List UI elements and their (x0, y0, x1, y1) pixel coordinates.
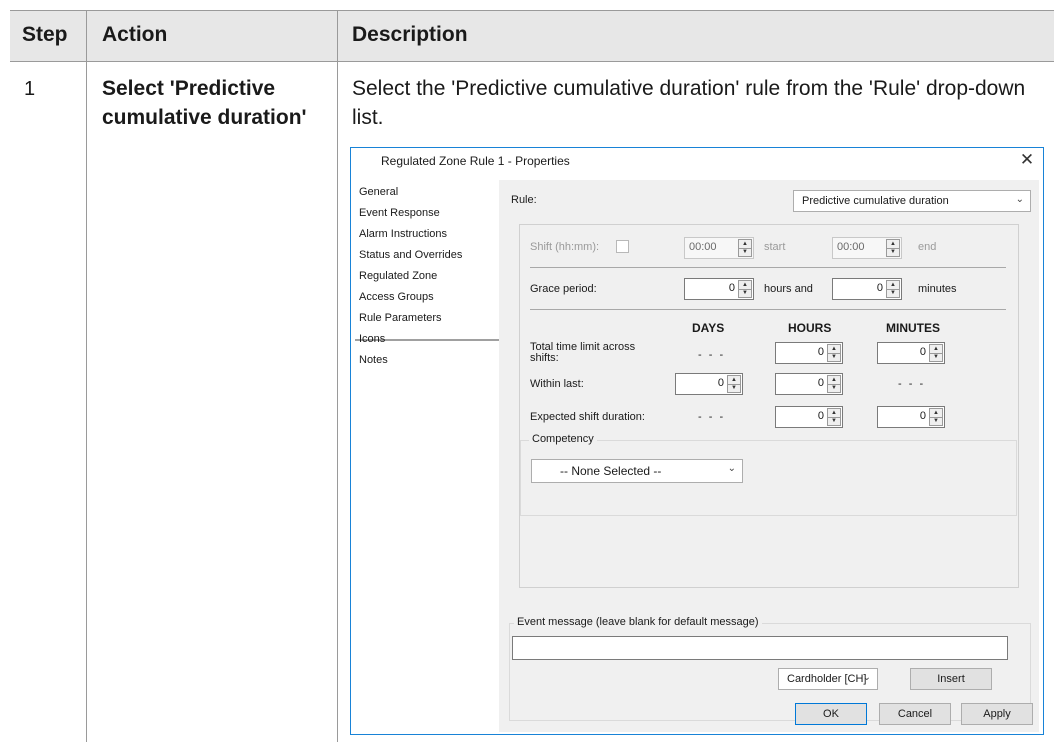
spinner-buttons[interactable]: ▲ ▼ (827, 344, 841, 362)
spinner-buttons[interactable]: ▲ ▼ (827, 375, 841, 393)
description-text: Select the 'Predictive cumulative durati… (352, 77, 1026, 129)
dialog-title: Regulated Zone Rule 1 - Properties (381, 154, 570, 168)
rule-dropdown[interactable]: Predictive cumulative duration ⌄ (793, 190, 1031, 212)
within-last-label: Within last: (530, 378, 584, 390)
total-limit-minutes-spinner[interactable]: 0 ▲ ▼ (877, 342, 945, 364)
expected-shift-label: Expected shift duration: (530, 411, 645, 423)
ok-button[interactable]: OK (795, 703, 867, 725)
nav-item-event-response[interactable]: Event Response (359, 207, 440, 219)
separator (530, 267, 1006, 268)
nav-item-access-groups[interactable]: Access Groups (359, 291, 434, 303)
within-last-hours-value: 0 (817, 377, 824, 389)
shift-start-spinner[interactable]: 00:00 ▲ ▼ (684, 237, 754, 259)
within-last-days-value: 0 (717, 377, 724, 389)
grace-minutes-value: 0 (876, 282, 883, 294)
competency-group: Competency -- None Selected -- ⌄ (520, 433, 1017, 516)
cardholder-dropdown[interactable]: Cardholder [CH] ⌄ (778, 668, 878, 690)
spinner-buttons[interactable]: ▲ ▼ (886, 239, 900, 257)
header-description: Description (352, 23, 468, 46)
chevron-down-icon: ⌄ (1015, 194, 1024, 205)
event-message-title: Event message (leave blank for default m… (514, 616, 762, 628)
shift-end-spinner[interactable]: 00:00 ▲ ▼ (832, 237, 902, 259)
header-step: Step (22, 23, 68, 46)
within-last-days-spinner[interactable]: 0 ▲ ▼ (675, 373, 743, 395)
competency-title: Competency (529, 433, 597, 445)
rule-dropdown-value: Predictive cumulative duration (802, 195, 949, 207)
competency-dropdown-value: -- None Selected -- (560, 464, 662, 478)
total-limit-hours-spinner[interactable]: 0 ▲ ▼ (775, 342, 843, 364)
expected-shift-hours-value: 0 (817, 410, 824, 422)
spinner-buttons[interactable]: ▲ ▼ (727, 375, 741, 393)
apply-button[interactable]: Apply (961, 703, 1033, 725)
nav-item-rule-parameters[interactable]: Rule Parameters (359, 312, 442, 324)
total-limit-label: Total time limit across shifts: (530, 341, 636, 364)
spinner-buttons[interactable]: ▲ ▼ (886, 280, 900, 298)
shift-end-value: 00:00 (837, 241, 865, 253)
nav-item-notes[interactable]: Notes (359, 354, 388, 366)
total-limit-days: - - - (698, 349, 726, 361)
properties-dialog: Regulated Zone Rule 1 - Properties ✕ Gen… (350, 147, 1044, 735)
close-icon[interactable]: ✕ (1017, 150, 1037, 170)
cancel-button[interactable]: Cancel (879, 703, 951, 725)
step-number: 1 (24, 78, 36, 100)
grace-period-label: Grace period: (530, 283, 597, 295)
total-limit-minutes-value: 0 (919, 346, 926, 358)
shift-start-label: start (764, 241, 786, 253)
nav-item-general[interactable]: General (359, 186, 398, 198)
total-limit-hours-value: 0 (817, 346, 824, 358)
column-days: DAYS (692, 321, 725, 335)
expected-shift-minutes-spinner[interactable]: 0 ▲ ▼ (877, 406, 945, 428)
spinner-buttons[interactable]: ▲ ▼ (929, 408, 943, 426)
spinner-buttons[interactable]: ▲ ▼ (738, 239, 752, 257)
nav-item-alarm-instructions[interactable]: Alarm Instructions (359, 228, 447, 240)
within-last-hours-spinner[interactable]: 0 ▲ ▼ (775, 373, 843, 395)
spinner-buttons[interactable]: ▲ ▼ (827, 408, 841, 426)
column-hours: HOURS (788, 321, 832, 335)
grace-hours-label: hours and (764, 283, 813, 295)
event-message-group: Event message (leave blank for default m… (509, 616, 1031, 721)
rule-label: Rule: (511, 194, 537, 206)
column-divider (86, 10, 87, 742)
shift-end-label: end (918, 241, 937, 253)
column-minutes: MINUTES (886, 321, 940, 335)
grace-minutes-label: minutes (918, 283, 957, 295)
expected-shift-days: - - - (698, 411, 726, 423)
action-text: Select 'Predictive cumulative duration' (102, 77, 307, 129)
separator (530, 309, 1006, 310)
expected-shift-hours-spinner[interactable]: 0 ▲ ▼ (775, 406, 843, 428)
spinner-buttons[interactable]: ▲ ▼ (738, 280, 752, 298)
shift-label: Shift (hh:mm): (530, 241, 600, 253)
shift-checkbox[interactable] (616, 240, 629, 253)
nav-item-icons[interactable]: Icons (359, 333, 385, 345)
spinner-buttons[interactable]: ▲ ▼ (929, 344, 943, 362)
insert-button[interactable]: Insert (910, 668, 992, 690)
within-last-minutes: - - - (898, 378, 926, 390)
chevron-down-icon: ⌄ (862, 672, 871, 683)
grace-hours-value: 0 (728, 282, 735, 294)
column-divider (337, 10, 338, 742)
rule-parameters-panel: Rule: Predictive cumulative duration ⌄ S… (499, 180, 1039, 732)
cardholder-dropdown-value: Cardholder [CH] (787, 673, 867, 685)
competency-dropdown[interactable]: -- None Selected -- ⌄ (531, 459, 743, 483)
header-action: Action (102, 23, 168, 46)
nav-item-regulated-zone[interactable]: Regulated Zone (359, 270, 437, 282)
chevron-down-icon: ⌄ (727, 463, 736, 474)
instruction-table: Step Action Description 1 Select 'Predic… (0, 0, 1054, 742)
rule-settings-group: Shift (hh:mm): 00:00 ▲ ▼ start 00:00 ▲ ▼ e… (519, 224, 1019, 588)
event-message-input[interactable] (512, 636, 1008, 660)
shift-start-value: 00:00 (689, 241, 717, 253)
grace-minutes-spinner[interactable]: 0 ▲ ▼ (832, 278, 902, 300)
expected-shift-minutes-value: 0 (919, 410, 926, 422)
dialog-nav: General Event Response Alarm Instruction… (355, 180, 499, 732)
nav-item-status-and-overrides[interactable]: Status and Overrides (359, 249, 462, 261)
grace-hours-spinner[interactable]: 0 ▲ ▼ (684, 278, 754, 300)
